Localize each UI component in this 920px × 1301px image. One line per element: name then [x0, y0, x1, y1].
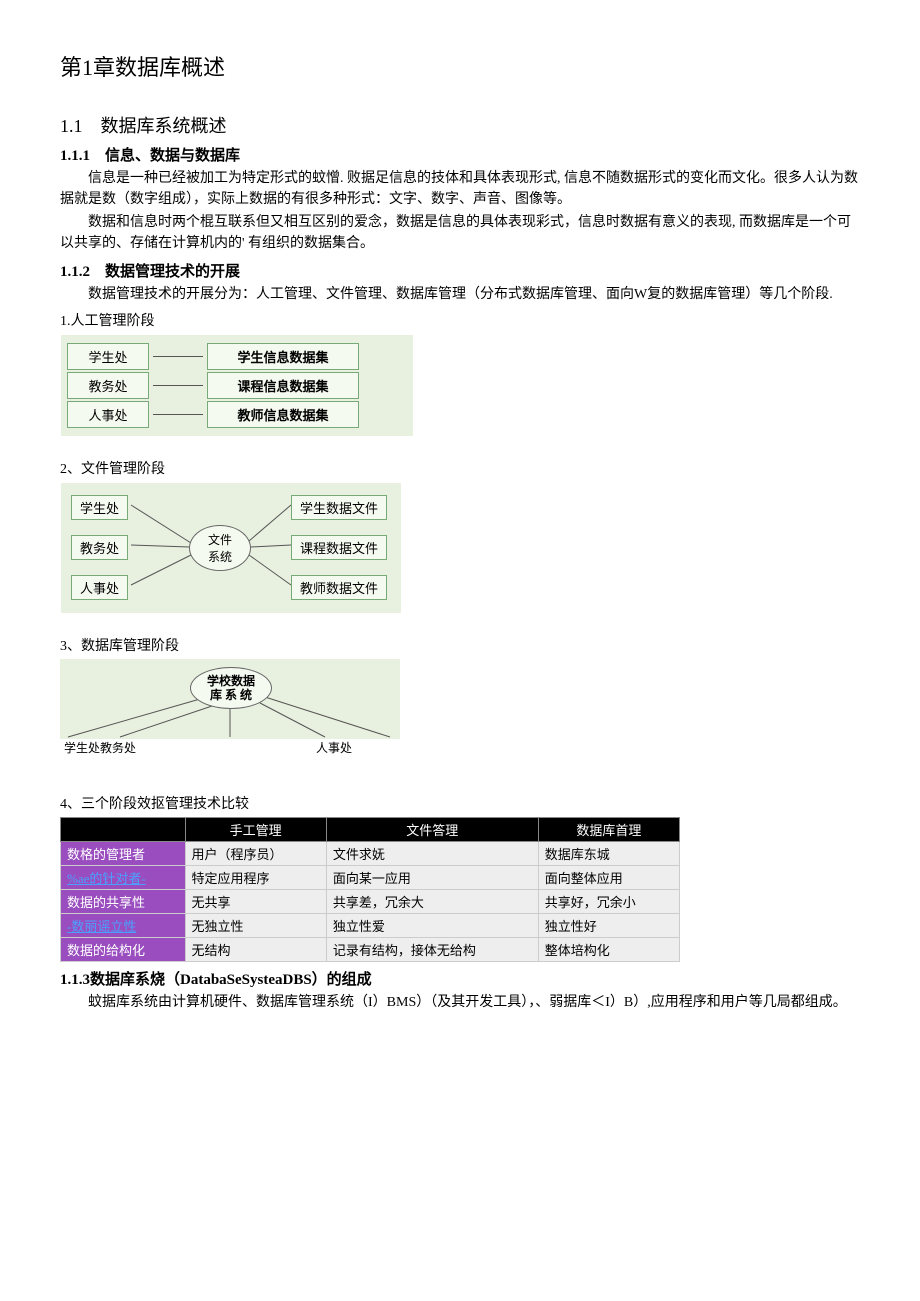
table-cell: 共享差，冗余大 — [326, 890, 538, 914]
table-row: %ae的针对者-特定应用程序面向某一应用面向整体应用 — [61, 866, 680, 890]
diagram-label: 学生处教务处 — [64, 739, 136, 756]
connector-line — [153, 414, 203, 415]
paragraph: 信息是一种已经被加工为特定形式的蚊憎. 败据足信息的技体和具体表现形式, 信息不… — [60, 168, 860, 210]
diagram-box: 课程信息数据集 — [207, 372, 359, 399]
table-row-header: 数据的给构化 — [61, 938, 186, 962]
diagram-center-node: 文件 系统 — [189, 525, 251, 571]
table-header — [61, 818, 186, 842]
paragraph: 蚊据库系统由计算机硬件、数据库管理系统（I）BMS）（及其开发工具），、弱据库＜… — [60, 992, 860, 1013]
section-1-1-3: 1.1.3数据庠系烧（DatabaSeSysteaDBS）的组成 — [60, 968, 860, 989]
diagram-box: 人事处 — [71, 575, 128, 600]
table-row: 数格的管理者用户（程序员）文件求妩数据库东城 — [61, 842, 680, 866]
diagram-box: 教务处 — [67, 372, 149, 399]
table-row: 数据的给构化无结构记录有结构，接体无给构整体培构化 — [61, 938, 680, 962]
table-cell: 数据库东城 — [538, 842, 679, 866]
table-cell: 用户（程序员） — [185, 842, 326, 866]
table-header: 数据库首理 — [538, 818, 679, 842]
diagram-box: 学生处 — [71, 495, 128, 520]
comparison-table: 手工管理文件答理数据库首理数格的管理者用户（程序员）文件求妩数据库东城%ae的针… — [60, 817, 680, 962]
table-cell: 文件求妩 — [326, 842, 538, 866]
table-cell: 独立性好 — [538, 914, 679, 938]
connector-line — [153, 385, 203, 386]
table-cell: 共享好，冗余小 — [538, 890, 679, 914]
diagram-box: 人事处 — [67, 401, 149, 428]
table-row-header: %ae的针对者- — [61, 866, 186, 890]
diagram-center-node: 学校数据 库 系 统 — [190, 667, 272, 709]
diagram-db-stage: 学校数据 库 系 统 学生处教务处 人事处 — [60, 659, 400, 756]
section-1-1-1: 1.1.1 信息、数据与数据库 — [60, 144, 860, 165]
table-cell: 整体培构化 — [538, 938, 679, 962]
stage-1-label: 1.人工管理阶段 — [60, 311, 860, 332]
diagram-box: 教师数据文件 — [291, 575, 387, 600]
section-1-1: 1.1 数据库系统概述 — [60, 112, 860, 138]
diagram-file-stage: 学生处教务处人事处 学生数据文件课程数据文件教师数据文件 文件 系统 — [60, 482, 402, 614]
table-cell: 记录有结构，接体无给构 — [326, 938, 538, 962]
table-cell: 面向整体应用 — [538, 866, 679, 890]
diagram-manual-stage: 学生处 学生信息数据集教务处 课程信息数据集人事处 教师信息数据集 — [60, 334, 414, 437]
chapter-title: 第1章数据库概述 — [60, 50, 860, 82]
diagram-box: 学生数据文件 — [291, 495, 387, 520]
diagram-box: 教师信息数据集 — [207, 401, 359, 428]
diagram-box: 学生处 — [67, 343, 149, 370]
diagram-box: 学生信息数据集 — [207, 343, 359, 370]
table-cell: 无共享 — [185, 890, 326, 914]
diagram-box: 教务处 — [71, 535, 128, 560]
diagram-label: 人事处 — [316, 739, 352, 756]
section-1-1-2: 1.1.2 数据管理技术的开展 — [60, 260, 860, 281]
table-cell: 无独立性 — [185, 914, 326, 938]
connector-line — [153, 356, 203, 357]
stage-4-label: 4、三个阶段效抠管理技术比较 — [60, 794, 860, 815]
table-row-header: 数据的共享性 — [61, 890, 186, 914]
table-cell: 独立性爱 — [326, 914, 538, 938]
table-header: 手工管理 — [185, 818, 326, 842]
table-row-header: -数丽谣立性 — [61, 914, 186, 938]
paragraph: 数据管理技术的开展分为：人工管理、文件管理、数据库管理（分布式数据库管理、面向W… — [60, 284, 860, 305]
table-row-header: 数格的管理者 — [61, 842, 186, 866]
table-cell: 无结构 — [185, 938, 326, 962]
stage-3-label: 3、数据库管理阶段 — [60, 636, 860, 657]
table-row: 数据的共享性无共享共享差，冗余大共享好，冗余小 — [61, 890, 680, 914]
stage-2-label: 2、文件管理阶段 — [60, 459, 860, 480]
paragraph: 数据和信息时两个棍互联系但又相互区别的爱念，数据是信息的具体表现彩式，信息时数据… — [60, 212, 860, 254]
table-row: -数丽谣立性无独立性独立性爱独立性好 — [61, 914, 680, 938]
page: 第1章数据库概述 1.1 数据库系统概述 1.1.1 信息、数据与数据库 信息是… — [60, 50, 860, 1013]
table-header: 文件答理 — [326, 818, 538, 842]
diagram-box: 课程数据文件 — [291, 535, 387, 560]
table-cell: 面向某一应用 — [326, 866, 538, 890]
table-cell: 特定应用程序 — [185, 866, 326, 890]
